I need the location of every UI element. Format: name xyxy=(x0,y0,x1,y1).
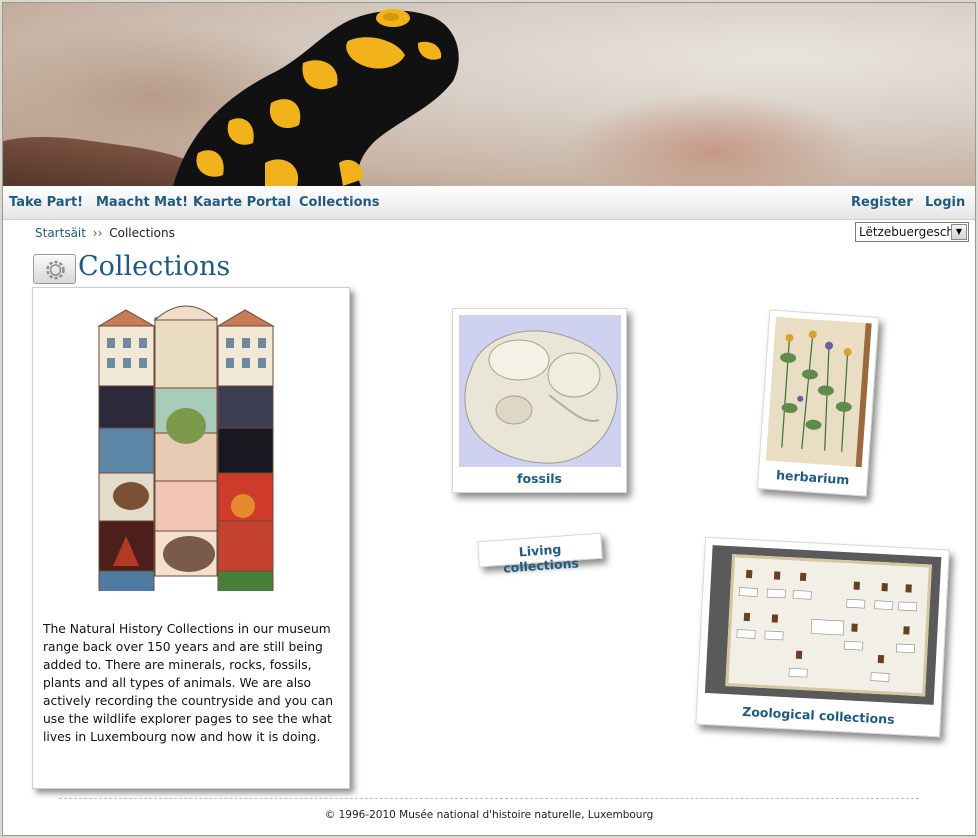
collection-card-fossils[interactable]: fossils xyxy=(452,308,627,493)
breadcrumb-home-link[interactable]: Startsäit xyxy=(35,226,86,240)
card-label-zoological[interactable]: Zoological collections xyxy=(697,702,940,730)
card-label-fossils[interactable]: fossils xyxy=(453,471,626,486)
browser-page: Take Part! Maacht Mat! Kaarte Portal Col… xyxy=(2,2,976,836)
chevron-down-icon[interactable]: ▼ xyxy=(951,224,967,240)
breadcrumb: Startsäit ›› Collections xyxy=(35,226,175,240)
collection-card-zoological[interactable]: Zoological collections xyxy=(695,536,950,738)
fossil-image xyxy=(459,315,621,467)
page-title: Collections xyxy=(78,251,231,282)
nav-collections[interactable]: Collections xyxy=(299,195,380,210)
herbarium-book-image xyxy=(765,316,872,468)
footer-copyright: © 1996-2010 Musée national d'histoire na… xyxy=(324,809,654,821)
breadcrumb-current: Collections xyxy=(109,226,175,240)
collection-card-living[interactable]: Living collections xyxy=(477,532,603,576)
card-label-herbarium[interactable]: herbarium xyxy=(758,466,867,488)
language-select-value: Lëtzebuergesch xyxy=(859,225,951,239)
insect-display-case-image xyxy=(704,545,942,705)
header-banner xyxy=(3,3,975,186)
museum-illustration xyxy=(97,305,275,591)
nav-take-part[interactable]: Take Part! xyxy=(9,195,83,210)
main-nav: Take Part! Maacht Mat! Kaarte Portal Col… xyxy=(3,186,975,220)
settings-button[interactable] xyxy=(33,254,76,284)
intro-text: The Natural History Collections in our m… xyxy=(43,622,334,744)
nav-maacht-mat[interactable]: Maacht Mat! xyxy=(96,195,188,210)
salamander-image xyxy=(173,9,459,186)
breadcrumb-separator: ›› xyxy=(92,226,103,240)
footer-divider xyxy=(59,798,919,799)
language-select[interactable]: Lëtzebuergesch ▼ xyxy=(855,222,969,242)
intro-panel: The Natural History Collections in our m… xyxy=(32,287,350,789)
card-label-living[interactable]: Living collections xyxy=(479,539,603,577)
collection-card-herbarium[interactable]: herbarium xyxy=(756,309,880,497)
nav-register[interactable]: Register xyxy=(851,195,913,210)
gear-icon xyxy=(46,260,65,280)
nav-kaarte-portal[interactable]: Kaarte Portal xyxy=(193,195,291,210)
nav-login[interactable]: Login xyxy=(925,195,965,210)
